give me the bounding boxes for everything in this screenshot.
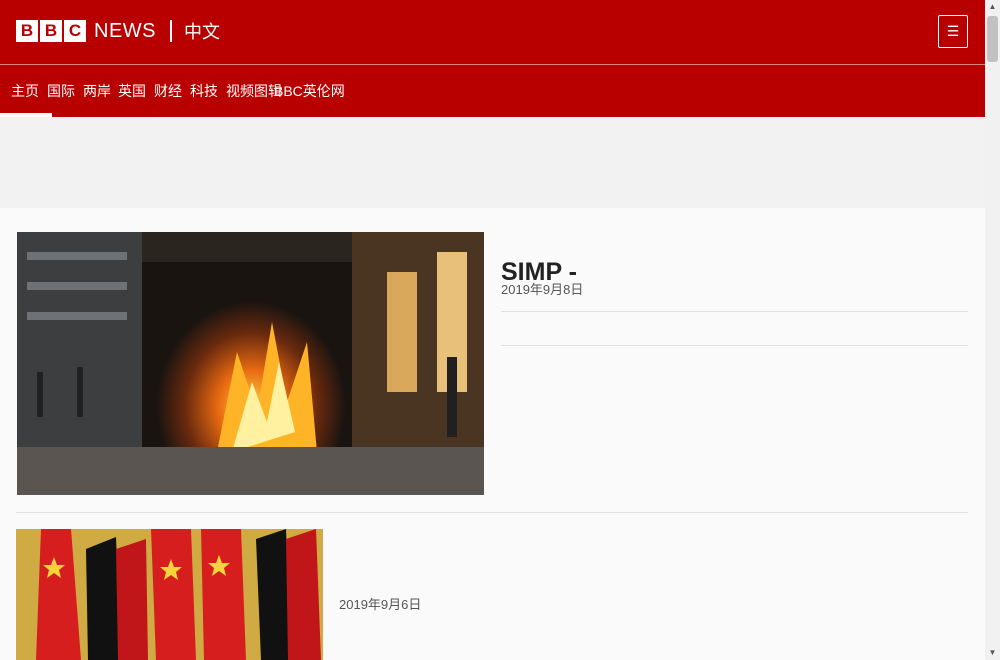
logo-letter-c: C	[64, 20, 86, 42]
nav-item-home[interactable]: 主页	[0, 65, 52, 117]
scroll-down-arrow-icon[interactable]: ▼	[985, 646, 1000, 660]
masthead: B B C NEWS 中文 ☰	[0, 0, 985, 65]
bbc-news-logo[interactable]: B B C NEWS 中文	[16, 20, 220, 42]
section-divider	[16, 512, 968, 513]
story-image[interactable]	[16, 529, 323, 660]
hero-image[interactable]	[17, 232, 484, 495]
menu-button[interactable]: ☰	[938, 15, 968, 48]
logo-news-word: NEWS	[94, 19, 156, 42]
nav-item-uk[interactable]: 英国	[118, 65, 146, 117]
logo-language: 中文	[184, 22, 220, 42]
scroll-up-arrow-icon[interactable]: ▲	[985, 0, 1000, 14]
primary-nav: 主页 国际 两岸 英国 财经 科技 视频图辑 BBC英伦网	[0, 65, 985, 117]
story-date: 2019年9月6日	[339, 597, 422, 612]
nav-item-tech[interactable]: 科技	[190, 65, 218, 117]
nav-item-business[interactable]: 财经	[154, 65, 182, 117]
nav-item-bbc-uk-china[interactable]: BBC英伦网	[274, 65, 345, 117]
story-photo-illustration	[16, 529, 323, 660]
nav-item-cross-strait[interactable]: 两岸	[83, 65, 111, 117]
logo-letter-b2: B	[40, 20, 62, 42]
hero-divider-1	[501, 311, 968, 312]
hero-divider-2	[501, 345, 968, 346]
logo-letter-b1: B	[16, 20, 38, 42]
scrollbar-thumb[interactable]	[987, 16, 998, 62]
hero-photo-illustration	[17, 232, 484, 495]
advert-area	[0, 117, 985, 208]
logo-divider	[170, 20, 172, 42]
nav-item-world[interactable]: 国际	[47, 65, 75, 117]
menu-icon: ☰	[946, 23, 960, 39]
hero-date: 2019年9月8日	[501, 282, 584, 297]
vertical-scrollbar[interactable]: ▲ ▼	[985, 0, 1000, 660]
